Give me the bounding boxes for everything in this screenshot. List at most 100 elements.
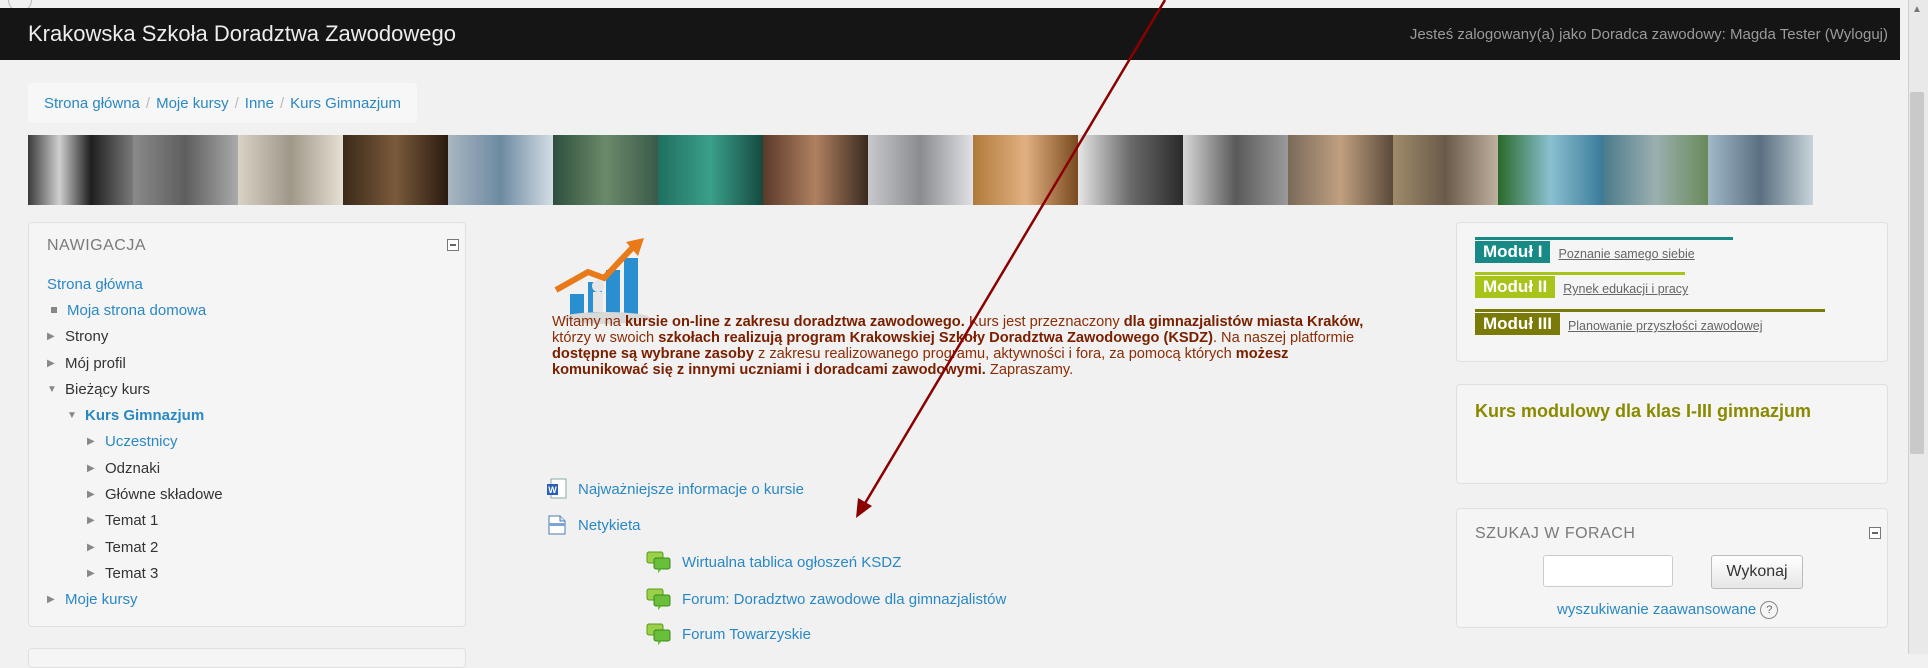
nav-item-pages[interactable]: ▶ Strony (47, 324, 447, 350)
annotation-arrow-line (862, 0, 1167, 506)
advanced-search-label[interactable]: wyszukiwanie zaawansowane (1557, 601, 1756, 618)
forum-search-button[interactable]: Wykonaj (1711, 555, 1803, 589)
nav-item-topic-3[interactable]: ▶ Temat 3 (47, 560, 447, 586)
nav-item-label: Temat 2 (105, 538, 159, 556)
advanced-search-link[interactable]: wyszukiwanie zaawansowane? (1557, 601, 1779, 620)
breadcrumb-separator: / (234, 94, 239, 112)
module-2-tag[interactable]: Moduł II (1475, 276, 1556, 298)
module-3-tag[interactable]: Moduł III (1475, 313, 1560, 335)
forum-career-label[interactable]: Forum: Doradztwo zawodowe dla gimnazjali… (682, 591, 1006, 608)
navigation-block: NAWIGACJA Strona główna Moja strona domo… (28, 222, 466, 627)
nav-item-current-course[interactable]: ▼ Bieżący kurs (47, 376, 447, 402)
nav-item-main-components[interactable]: ▶ Główne składowe (47, 481, 447, 507)
activity-info-label[interactable]: Najważniejsze informacje o kursie (578, 481, 804, 498)
course-intro-text: Witamy na kursie on-line z zakresu dorad… (552, 314, 1364, 378)
nav-item-home[interactable]: Strona główna (47, 271, 447, 297)
forum-icon (646, 588, 671, 610)
page-icon (548, 515, 566, 535)
svg-text:W: W (548, 485, 557, 495)
breadcrumb-my-courses[interactable]: Moje kursy (156, 95, 229, 112)
bullet-icon (51, 307, 57, 314)
top-navbar: Krakowska Szkoła Doradztwa Zawodowego Je… (0, 8, 1900, 60)
triangle-right-icon[interactable]: ▶ (87, 463, 99, 474)
nav-item-my-courses[interactable]: ▶ Moje kursy (47, 587, 447, 613)
module-3-row: Moduł III Planowanie przyszłości zawodow… (1475, 313, 1762, 335)
triangle-right-icon[interactable]: ▶ (87, 489, 99, 500)
nav-item-participants[interactable]: ▶ Uczestnicy (47, 429, 447, 455)
activity-netykieta-link[interactable]: Netykieta (546, 514, 641, 536)
module-2-underline (1475, 272, 1685, 275)
module-3-underline (1475, 309, 1825, 312)
forum-search-heading: SZUKAJ W FORACH (1475, 525, 1636, 542)
triangle-right-icon[interactable]: ▶ (47, 358, 59, 369)
module-1-link[interactable]: Poznanie samego siebie (1558, 247, 1694, 263)
nav-item-badges[interactable]: ▶ Odznaki (47, 455, 447, 481)
breadcrumb-course[interactable]: Kurs Gimnazjum (290, 95, 401, 112)
triangle-right-icon[interactable]: ▶ (87, 568, 99, 579)
logout-link[interactable]: Wyloguj (1830, 26, 1883, 43)
activity-netykieta-label[interactable]: Netykieta (578, 517, 641, 534)
login-info: Jesteś zalogowany(a) jako Doradca zawodo… (1410, 26, 1888, 43)
nav-item-profile[interactable]: ▶ Mój profil (47, 350, 447, 376)
login-info-text: Jesteś zalogowany(a) jako Doradca zawodo… (1409, 25, 1830, 43)
forum-search-input[interactable] (1543, 555, 1673, 587)
breadcrumb-other[interactable]: Inne (245, 95, 274, 112)
forum-announcements-link[interactable]: Wirtualna tablica ogłoszeń KSDZ (646, 550, 901, 574)
word-document-icon: W (547, 478, 567, 499)
nav-item-label[interactable]: Moje kursy (65, 591, 138, 608)
nav-item-topic-2[interactable]: ▶ Temat 2 (47, 534, 447, 560)
nav-item-topic-1[interactable]: ▶ Temat 1 (47, 508, 447, 534)
triangle-down-icon[interactable]: ▼ (47, 384, 59, 395)
forum-social-label[interactable]: Forum Towarzyskie (682, 626, 811, 643)
module-2-link[interactable]: Rynek edukacji i pracy (1563, 282, 1688, 298)
nav-item-label: Strony (65, 328, 109, 346)
site-title[interactable]: Krakowska Szkoła Doradztwa Zawodowego (28, 21, 456, 47)
login-info-suffix: ) (1883, 25, 1888, 43)
triangle-right-icon[interactable]: ▶ (87, 515, 99, 526)
forum-social-link[interactable]: Forum Towarzyskie (646, 622, 811, 646)
breadcrumb-home[interactable]: Strona główna (44, 95, 140, 112)
nav-item-label[interactable]: Strona główna (47, 276, 143, 293)
course-info-block: Kurs modulowy dla klas I-III gimnazjum (1456, 384, 1888, 484)
scroll-up-icon[interactable]: ▲ (1912, 4, 1922, 15)
nav-item-label: Temat 3 (105, 564, 159, 582)
nav-item-label[interactable]: Kurs Gimnazjum (85, 407, 204, 424)
nav-item-course-gimnazjum[interactable]: ▼ Kurs Gimnazjum (47, 402, 447, 428)
navigation-tree: Strona główna Moja strona domowa ▶ Strony… (47, 271, 447, 613)
nav-item-dashboard[interactable]: Moja strona domowa (47, 297, 447, 323)
module-1-row: Moduł I Poznanie samego siebie (1475, 241, 1695, 263)
forum-search-block: SZUKAJ W FORACH Wykonaj wyszukiwanie zaa… (1456, 508, 1888, 628)
breadcrumb-separator: / (279, 94, 285, 112)
triangle-right-icon[interactable]: ▶ (47, 594, 59, 605)
next-block-edge (28, 648, 466, 668)
forum-career-link[interactable]: Forum: Doradztwo zawodowe dla gimnazjali… (646, 587, 1006, 611)
annotation-arrow-head (856, 498, 872, 518)
triangle-right-icon[interactable]: ▶ (87, 436, 99, 447)
modules-block: Moduł I Poznanie samego siebie Moduł II … (1456, 222, 1888, 362)
module-3-link[interactable]: Planowanie przyszłości zawodowej (1568, 319, 1763, 335)
breadcrumb-separator: / (145, 94, 151, 112)
collapse-minus-icon[interactable] (447, 239, 459, 251)
forum-icon (646, 623, 671, 645)
banner-photo-collage (28, 135, 1813, 205)
breadcrumb: Strona główna / Moje kursy / Inne / Kurs… (28, 83, 418, 123)
module-2-row: Moduł II Rynek edukacji i pracy (1475, 276, 1688, 298)
scrollbar-thumb[interactable] (1910, 92, 1924, 454)
triangle-right-icon[interactable]: ▶ (47, 331, 59, 342)
nav-item-label: Odznaki (105, 459, 161, 477)
nav-item-label: Temat 1 (105, 512, 159, 530)
forum-announcements-label[interactable]: Wirtualna tablica ogłoszeń KSDZ (682, 554, 901, 571)
nav-item-label: Bieżący kurs (65, 380, 151, 398)
navigation-heading: NAWIGACJA (47, 237, 147, 254)
help-icon[interactable]: ? (1760, 601, 1779, 620)
course-info-title: Kurs modulowy dla klas I-III gimnazjum (1475, 401, 1812, 421)
nav-item-label: Główne składowe (105, 486, 223, 504)
triangle-down-icon[interactable]: ▼ (67, 410, 79, 421)
nav-item-label[interactable]: Moja strona domowa (67, 302, 206, 319)
nav-item-label[interactable]: Uczestnicy (105, 433, 178, 450)
forum-icon (646, 551, 671, 573)
activity-info-link[interactable]: W Najważniejsze informacje o kursie (546, 478, 804, 500)
collapse-minus-icon[interactable] (1869, 527, 1881, 539)
triangle-right-icon[interactable]: ▶ (87, 542, 99, 553)
module-1-tag[interactable]: Moduł I (1475, 241, 1551, 263)
